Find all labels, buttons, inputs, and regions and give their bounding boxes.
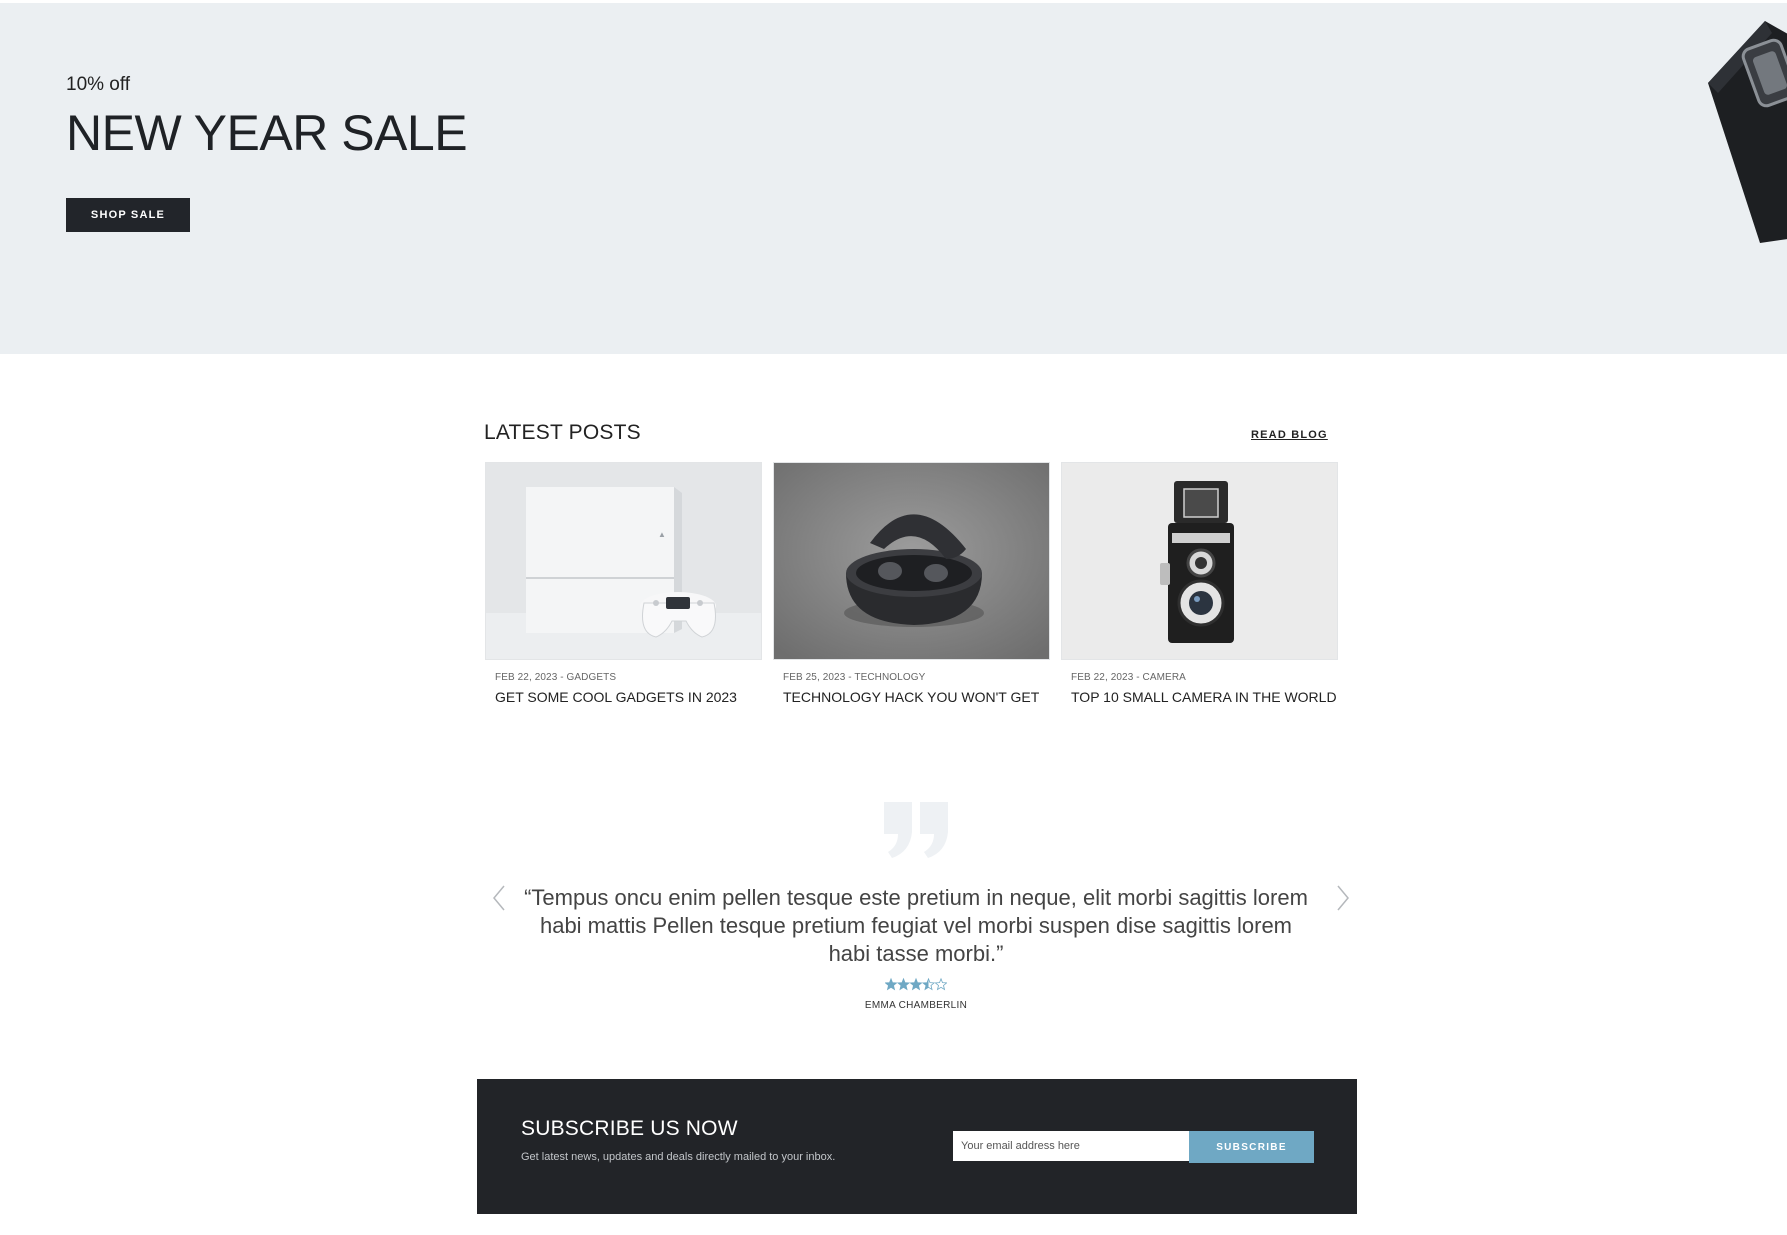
star-icon [921, 977, 936, 991]
post-meta: FEB 25, 2023 - TECHNOLOGY [783, 672, 926, 683]
star-rating [884, 977, 948, 991]
post-image-camera[interactable] [1061, 462, 1338, 660]
post-title[interactable]: TOP 10 SMALL CAMERA IN THE WORLD [1071, 688, 1338, 706]
star-icon [934, 977, 948, 991]
subscribe-section: SUBSCRIBE US NOW Get latest news, update… [477, 1079, 1357, 1214]
hero-product-image [1708, 21, 1787, 243]
post-title[interactable]: TECHNOLOGY HACK YOU WON'T GET [783, 688, 1050, 706]
read-blog-link[interactable]: READ BLOG [1251, 429, 1328, 441]
post-card[interactable]: FEB 22, 2023 - CAMERA TOP 10 SMALL CAMER… [1061, 462, 1338, 706]
latest-posts-title: LATEST POSTS [484, 421, 641, 444]
subscribe-button[interactable]: SUBSCRIBE [1189, 1131, 1314, 1163]
post-image-console[interactable]: ▲ [485, 462, 762, 660]
testimonial-author: EMMA CHAMBERLIN [864, 1000, 968, 1011]
star-icon [909, 977, 923, 991]
star-icon [896, 977, 911, 991]
post-title[interactable]: GET SOME COOL GADGETS IN 2023 [495, 688, 762, 706]
star-icon [884, 977, 898, 991]
hero-banner: 10% off NEW YEAR SALE SHOP SALE [0, 3, 1787, 354]
hero-eyebrow: 10% off [66, 74, 131, 95]
testimonial-quote: “Tempus oncu enim pellen tesque este pre… [524, 885, 1308, 966]
post-image-earbuds[interactable] [773, 462, 1050, 660]
post-card[interactable]: ▲ FEB 22, 2023 - GADGETS GET SOME COOL G… [485, 462, 762, 706]
chevron-right-icon[interactable] [1330, 882, 1354, 914]
svg-text:▲: ▲ [658, 530, 666, 539]
subscribe-title: SUBSCRIBE US NOW [521, 1117, 738, 1140]
email-input[interactable] [953, 1131, 1195, 1161]
chevron-left-icon[interactable] [488, 882, 512, 914]
post-meta: FEB 22, 2023 - CAMERA [1071, 672, 1186, 683]
quote-icon [884, 802, 948, 858]
shop-sale-button[interactable]: SHOP SALE [66, 198, 190, 232]
subscribe-description: Get latest news, updates and deals direc… [521, 1151, 836, 1163]
post-card[interactable]: FEB 25, 2023 - TECHNOLOGY TECHNOLOGY HAC… [773, 462, 1050, 706]
post-meta: FEB 22, 2023 - GADGETS [495, 672, 617, 683]
hero-title: NEW YEAR SALE [66, 105, 468, 161]
